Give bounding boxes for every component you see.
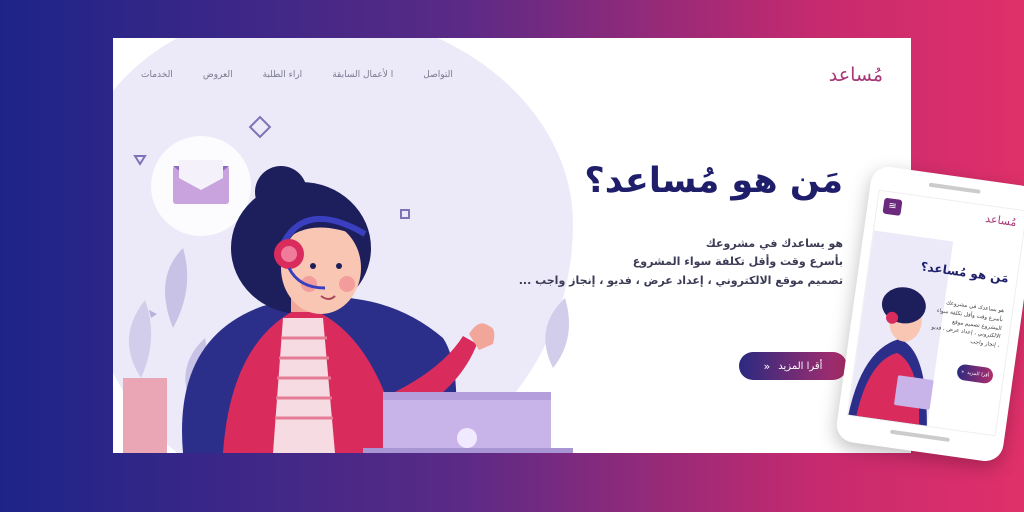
hero-description: هو يساعدك في مشروعك بأسرع وقت وأقل تكلفة… xyxy=(483,235,843,291)
phone-home-bar xyxy=(889,429,950,442)
desktop-mockup: الخدمات العروض اراء الطلبة ا لأعمال السا… xyxy=(113,38,911,453)
read-more-button[interactable]: أقرا المزيد « xyxy=(739,352,847,380)
site-logo[interactable]: مُساعد xyxy=(829,64,883,86)
nav-services[interactable]: الخدمات xyxy=(141,70,173,80)
phone-read-more-button[interactable]: أقرا المزيد « xyxy=(956,363,994,385)
top-navbar: الخدمات العروض اراء الطلبة ا لأعمال السا… xyxy=(113,38,911,112)
nav-reviews[interactable]: اراء الطلبة xyxy=(263,70,303,80)
phone-logo[interactable]: مُساعد xyxy=(984,212,1017,229)
phone-description: هو يساعدك في مشروعك بأسرع وقت وأقل تكلفة… xyxy=(930,300,1005,350)
phone-read-more-label: أقرا المزيد xyxy=(966,369,990,379)
phone-screen: ≡ مُساعد مَن هو مُساعد؟ هو يساعدك في مشر… xyxy=(847,189,1024,437)
phone-speaker xyxy=(928,182,981,194)
hero-line: بأسرع وقت وأقل تكلفة سواء المشروع xyxy=(632,255,843,269)
nav-previous-work[interactable]: ا لأعمال السابقة xyxy=(332,70,393,80)
nav-links: الخدمات العروض اراء الطلبة ا لأعمال السا… xyxy=(141,70,453,80)
nav-offers[interactable]: العروض xyxy=(203,70,233,80)
hero-line: تصميم موقع الالكتروني ، إعداد عرض ، فديو… xyxy=(518,273,843,287)
hero-text: مَن هو مُساعد؟ هو يساعدك في مشروعك بأسرع… xyxy=(483,162,843,291)
hamburger-menu-icon[interactable]: ≡ xyxy=(882,197,903,216)
double-chevron-left-icon: « xyxy=(763,359,771,373)
hero-line: هو يساعدك في مشروعك xyxy=(705,236,843,250)
nav-contact[interactable]: التواصل xyxy=(423,70,453,80)
read-more-label: أقرا المزيد xyxy=(778,360,823,372)
hero-title: مَن هو مُساعد؟ xyxy=(584,161,843,201)
double-chevron-left-icon: « xyxy=(960,368,965,376)
